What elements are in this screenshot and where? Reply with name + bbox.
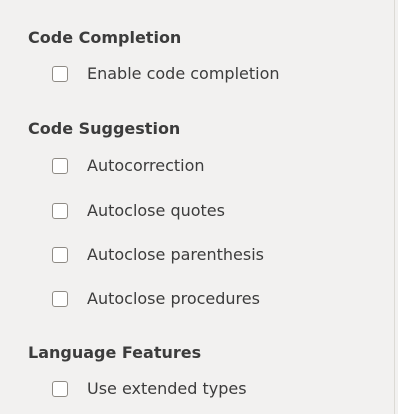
option-label: Enable code completion	[87, 64, 280, 83]
section-title-code-suggestion: Code Suggestion	[28, 119, 181, 138]
option-autoclose-parenthesis[interactable]: Autoclose parenthesis	[52, 243, 264, 267]
option-use-extended-types[interactable]: Use extended types	[52, 377, 247, 401]
use-extended-types-checkbox[interactable]	[52, 381, 68, 397]
autoclose-quotes-checkbox[interactable]	[52, 203, 68, 219]
option-autocorrection[interactable]: Autocorrection	[52, 154, 205, 178]
option-label: Autocorrection	[87, 156, 205, 175]
option-enable-code-completion[interactable]: Enable code completion	[52, 62, 280, 86]
autoclose-procedures-checkbox[interactable]	[52, 291, 68, 307]
autocorrection-checkbox[interactable]	[52, 158, 68, 174]
option-label: Autoclose procedures	[87, 289, 260, 308]
enable-code-completion-checkbox[interactable]	[52, 66, 68, 82]
preferences-panel: Code Completion Enable code completion C…	[0, 0, 395, 414]
option-autoclose-quotes[interactable]: Autoclose quotes	[52, 199, 225, 223]
option-label: Use extended types	[87, 379, 247, 398]
option-label: Autoclose parenthesis	[87, 245, 264, 264]
option-label: Autoclose quotes	[87, 201, 225, 220]
option-autoclose-procedures[interactable]: Autoclose procedures	[52, 287, 260, 311]
section-title-code-completion: Code Completion	[28, 28, 182, 47]
autoclose-parenthesis-checkbox[interactable]	[52, 247, 68, 263]
section-title-language-features: Language Features	[28, 343, 202, 362]
